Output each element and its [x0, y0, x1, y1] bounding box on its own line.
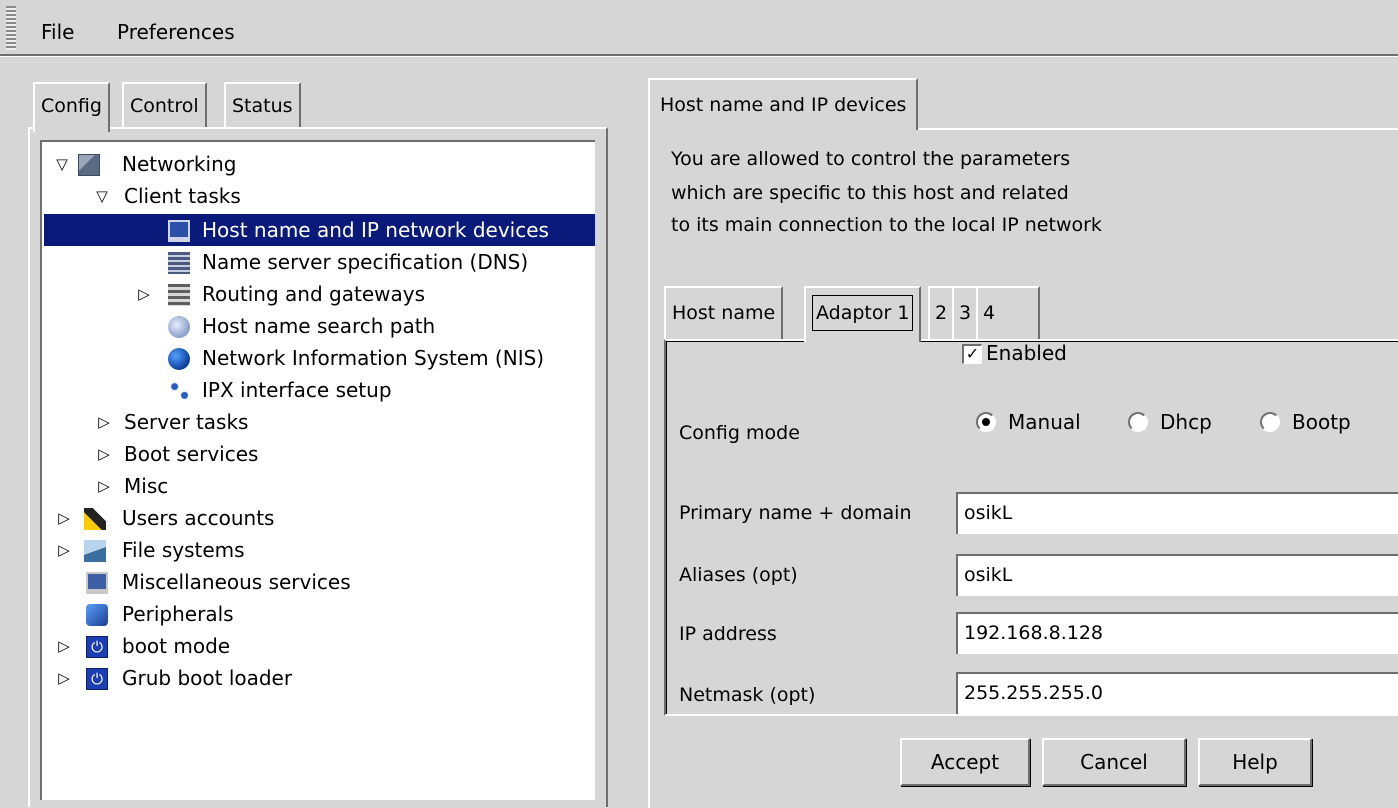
expand-triangle-icon[interactable]: ▷	[94, 438, 114, 470]
collapse-triangle-icon[interactable]: ▽	[52, 148, 72, 180]
globe-icon	[168, 348, 190, 370]
users-icon	[84, 508, 106, 530]
tab-adaptor-4[interactable]: 4	[976, 286, 1040, 340]
monitor-icon	[168, 220, 190, 242]
tree-item-host-name-ip[interactable]: Host name and IP network devices	[44, 214, 595, 246]
tree-label: Network Information System (NIS)	[202, 346, 545, 370]
primary-name-label: Primary name + domain	[679, 502, 912, 524]
tab-adaptor-1[interactable]: Adaptor 1	[804, 286, 922, 342]
tree-item-server-tasks[interactable]: ▷ Server tasks	[42, 406, 595, 438]
misc-services-icon	[86, 572, 108, 594]
tree-label: Users accounts	[122, 506, 275, 530]
bootp-radio[interactable]	[1260, 412, 1280, 432]
tab-adaptor-3[interactable]: 3	[952, 286, 979, 340]
tree-item-misc[interactable]: ▷ Misc	[42, 470, 595, 502]
ip-address-input[interactable]: 192.168.8.128	[956, 612, 1398, 654]
primary-name-input[interactable]: osikL	[956, 492, 1398, 534]
netmask-input[interactable]: 255.255.255.0	[956, 672, 1398, 714]
dns-server-icon	[168, 252, 190, 274]
networking-icon	[78, 154, 100, 176]
tree-label: Host name search path	[202, 314, 436, 338]
tree-label: Name server specification (DNS)	[202, 250, 529, 274]
tab-config[interactable]: Config	[33, 82, 110, 132]
tree-item-misc-services[interactable]: Miscellaneous services	[42, 566, 595, 598]
tree-item-client-tasks[interactable]: ▽ Client tasks	[42, 180, 595, 212]
tree-label: Misc	[124, 474, 169, 498]
tree-item-boot-mode[interactable]: ▷ ⏻ boot mode	[42, 630, 595, 662]
tree-item-peripherals[interactable]: Peripherals	[42, 598, 595, 630]
tree-label: Server tasks	[124, 410, 249, 434]
expand-triangle-icon[interactable]: ▷	[54, 662, 74, 694]
netmask-label: Netmask (opt)	[679, 684, 816, 706]
expand-triangle-icon[interactable]: ▷	[54, 534, 74, 566]
tree-label: Client tasks	[124, 184, 241, 208]
tree-label: Peripherals	[122, 602, 234, 626]
bootp-label: Bootp	[1292, 410, 1351, 434]
tree-label: Host name and IP network devices	[202, 218, 549, 242]
menu-file[interactable]: File	[41, 20, 74, 44]
tab-status[interactable]: Status	[224, 82, 301, 128]
accept-button[interactable]: Accept	[900, 738, 1030, 786]
tree-item-networking[interactable]: ▽ Networking	[42, 148, 595, 180]
intro-text-line: which are specific to this host and rela…	[671, 182, 1069, 204]
magnifier-icon	[168, 316, 190, 338]
intro-text-line: You are allowed to control the parameter…	[671, 148, 1071, 170]
tree-item-search-path[interactable]: Host name search path	[42, 310, 595, 342]
tree-label: Boot services	[124, 442, 259, 466]
tree-label: boot mode	[122, 634, 231, 658]
enabled-label: Enabled	[986, 341, 1067, 365]
tree-item-routing[interactable]: ▷ Routing and gateways	[42, 278, 595, 310]
menubar: File Preferences	[0, 0, 1398, 56]
tree-label: Networking	[122, 152, 237, 176]
cancel-button[interactable]: Cancel	[1042, 738, 1186, 786]
tree-item-file-systems[interactable]: ▷ File systems	[42, 534, 595, 566]
expand-triangle-icon[interactable]: ▷	[134, 278, 154, 310]
expand-triangle-icon[interactable]: ▷	[54, 502, 74, 534]
enabled-checkbox[interactable]: ✓	[962, 344, 982, 364]
tab-adaptor-1-label: Adaptor 1	[812, 295, 914, 331]
ipx-network-icon	[168, 380, 190, 402]
power-icon: ⏻	[86, 668, 108, 690]
tree-label: Routing and gateways	[202, 282, 425, 306]
intro-text-line: to its main connection to the local IP n…	[671, 214, 1102, 236]
tab-host-name[interactable]: Host name	[664, 286, 784, 340]
manual-radio[interactable]	[976, 412, 996, 432]
aliases-input[interactable]: osikL	[956, 554, 1398, 596]
ip-address-label: IP address	[679, 623, 777, 645]
config-mode-label: Config mode	[679, 422, 800, 444]
tree-item-nis[interactable]: Network Information System (NIS)	[42, 342, 595, 374]
manual-label: Manual	[1008, 410, 1081, 434]
config-tree: ▽ Networking ▽ Client tasks Host name an…	[40, 140, 595, 800]
tree-label: File systems	[122, 538, 245, 562]
routing-icon	[168, 284, 190, 306]
peripherals-icon	[86, 604, 108, 626]
tree-label: IPX interface setup	[202, 378, 392, 402]
help-button[interactable]: Help	[1198, 738, 1312, 786]
tab-control[interactable]: Control	[122, 82, 207, 128]
expand-triangle-icon[interactable]: ▷	[94, 406, 114, 438]
dhcp-label: Dhcp	[1160, 410, 1212, 434]
tree-item-users-accounts[interactable]: ▷ Users accounts	[42, 502, 595, 534]
tree-item-dns[interactable]: Name server specification (DNS)	[42, 246, 595, 278]
expand-triangle-icon[interactable]: ▷	[54, 630, 74, 662]
tree-item-boot-services[interactable]: ▷ Boot services	[42, 438, 595, 470]
power-icon: ⏻	[86, 636, 108, 658]
tree-item-grub[interactable]: ▷ ⏻ Grub boot loader	[42, 662, 595, 694]
file-systems-icon	[84, 540, 106, 562]
expand-triangle-icon[interactable]: ▷	[94, 470, 114, 502]
menubar-grip[interactable]	[6, 6, 16, 50]
tab-adaptor-2[interactable]: 2	[928, 286, 955, 340]
tree-item-ipx[interactable]: IPX interface setup	[42, 374, 595, 406]
aliases-label: Aliases (opt)	[679, 564, 798, 586]
collapse-triangle-icon[interactable]: ▽	[92, 180, 112, 212]
tree-label: Miscellaneous services	[122, 570, 351, 594]
tab-host-name-ip-devices[interactable]: Host name and IP devices	[648, 78, 919, 130]
menu-preferences[interactable]: Preferences	[117, 20, 235, 44]
dhcp-radio[interactable]	[1128, 412, 1148, 432]
tree-label: Grub boot loader	[122, 666, 293, 690]
